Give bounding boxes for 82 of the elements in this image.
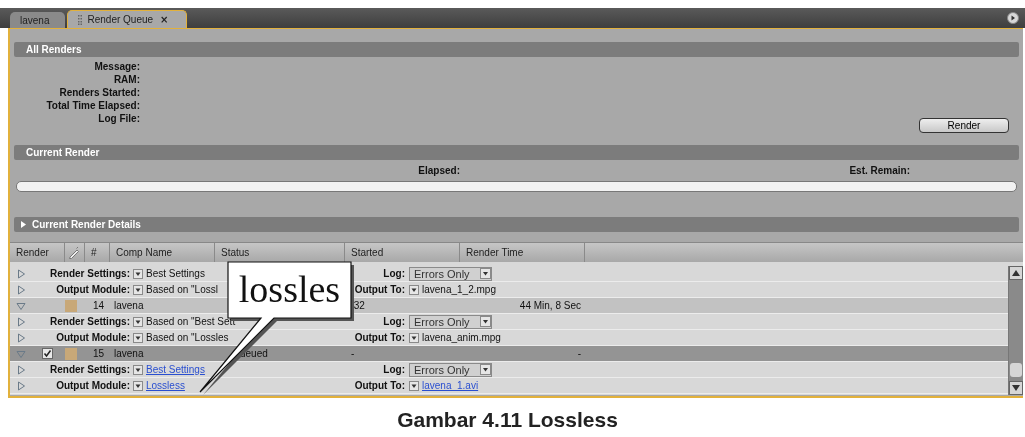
caret-icon[interactable] bbox=[479, 268, 491, 279]
setting-label: Log: bbox=[382, 316, 405, 327]
table-cell: 15 bbox=[92, 348, 104, 359]
table-cell: - bbox=[577, 348, 581, 359]
table-cell: 14 bbox=[92, 300, 104, 311]
field-label: Elapsed: bbox=[417, 164, 460, 176]
caret-icon[interactable] bbox=[409, 332, 419, 343]
log-dropdown[interactable]: Errors Only bbox=[409, 314, 492, 329]
field-label: Est. Remain: bbox=[848, 164, 910, 176]
caret-icon[interactable] bbox=[479, 364, 491, 375]
table-cell: - bbox=[351, 348, 355, 359]
disclosure-triangle-icon[interactable] bbox=[16, 284, 26, 295]
column-header[interactable]: Comp Name bbox=[116, 247, 173, 258]
section-header[interactable]: Current Render Details bbox=[14, 217, 1019, 232]
log-dropdown[interactable]: Errors Only bbox=[409, 362, 492, 377]
caret-icon[interactable] bbox=[133, 316, 143, 327]
table-cell: 44 Min, 8 Sec bbox=[519, 300, 581, 311]
arrow-up-icon[interactable] bbox=[1012, 270, 1020, 276]
caret-icon[interactable] bbox=[479, 316, 491, 327]
setting-label: Output To: bbox=[353, 284, 405, 295]
column-header[interactable]: Started bbox=[351, 247, 384, 258]
disclosure-triangle-icon[interactable] bbox=[20, 221, 27, 228]
column-header[interactable]: Render Time bbox=[466, 247, 524, 258]
field-label: Log File: bbox=[98, 112, 140, 125]
setting-label: Render Settings: bbox=[49, 268, 130, 279]
label-color-swatch[interactable] bbox=[65, 299, 77, 312]
setting-link[interactable]: Best Settings bbox=[146, 364, 205, 375]
column-header[interactable]: # bbox=[91, 247, 97, 258]
output-file-name: lavena_anim.mpg bbox=[422, 332, 501, 343]
grip-icon[interactable] bbox=[78, 14, 83, 25]
caret-icon[interactable] bbox=[133, 284, 143, 295]
checkbox[interactable] bbox=[42, 348, 53, 359]
pencil-icon[interactable] bbox=[68, 246, 80, 259]
caret-icon[interactable] bbox=[133, 364, 143, 375]
caret-icon[interactable] bbox=[409, 380, 419, 391]
scroll-down-button[interactable] bbox=[1009, 381, 1023, 395]
flyout-menu-icon[interactable] bbox=[1007, 12, 1019, 24]
table-cell: lavena bbox=[114, 300, 144, 311]
caret-icon[interactable] bbox=[133, 268, 143, 279]
setting-label: Output Module: bbox=[55, 332, 130, 343]
setting-label: Render Settings: bbox=[49, 364, 130, 375]
output-file-name: lavena_1_2.mpg bbox=[422, 284, 496, 295]
tab[interactable]: Render Queue × bbox=[67, 10, 188, 28]
setting-value: Based on "Lossl bbox=[146, 284, 218, 295]
disclosure-triangle-icon[interactable] bbox=[16, 332, 26, 343]
label-color-swatch[interactable] bbox=[65, 347, 77, 360]
scroll-up-button[interactable] bbox=[1009, 266, 1023, 280]
caret-icon[interactable] bbox=[133, 380, 143, 391]
disclosure-triangle-icon[interactable] bbox=[16, 268, 26, 279]
close-button[interactable]: × bbox=[158, 14, 171, 25]
output-file-link[interactable]: lavena_1.avi bbox=[422, 380, 479, 391]
disclosure-triangle-icon[interactable] bbox=[16, 364, 26, 375]
setting-label: Output To: bbox=[353, 380, 405, 391]
setting-label: Log: bbox=[382, 364, 405, 375]
field-label: Renders Started: bbox=[59, 86, 140, 99]
render-button[interactable]: Render bbox=[919, 118, 1009, 133]
disclosure-triangle-icon[interactable] bbox=[16, 380, 26, 391]
section-header: All Renders bbox=[14, 42, 1019, 57]
section-header: Current Render bbox=[14, 145, 1019, 160]
scrollbar[interactable] bbox=[1008, 266, 1023, 395]
setting-label: Render Settings: bbox=[49, 316, 130, 327]
setting-value: Based on "Lossles bbox=[146, 332, 229, 343]
scrollbar-thumb[interactable] bbox=[1010, 363, 1022, 377]
log-dropdown[interactable]: Errors Only bbox=[409, 266, 492, 281]
caret-icon[interactable] bbox=[409, 284, 419, 295]
setting-label: Output Module: bbox=[55, 284, 130, 295]
setting-label: Output To: bbox=[353, 332, 405, 343]
table-cell: lavena bbox=[114, 348, 144, 359]
setting-label: Output Module: bbox=[55, 380, 130, 391]
figure-caption: Gambar 4.11 Lossless bbox=[397, 408, 618, 432]
setting-link[interactable]: Lossless bbox=[146, 380, 185, 391]
tab[interactable]: lavena bbox=[10, 12, 66, 28]
arrow-down-icon[interactable] bbox=[1012, 385, 1020, 391]
setting-label: Log: bbox=[382, 268, 405, 279]
field-label: Total Time Elapsed: bbox=[46, 99, 140, 112]
caret-icon[interactable] bbox=[133, 332, 143, 343]
column-header[interactable]: Render bbox=[16, 247, 49, 258]
column-header[interactable]: Status bbox=[221, 247, 250, 258]
field-label: Message: bbox=[94, 60, 140, 73]
disclosure-triangle-icon[interactable] bbox=[16, 316, 26, 327]
field-label: RAM: bbox=[113, 73, 140, 86]
setting-value: Best Settings bbox=[146, 268, 205, 279]
